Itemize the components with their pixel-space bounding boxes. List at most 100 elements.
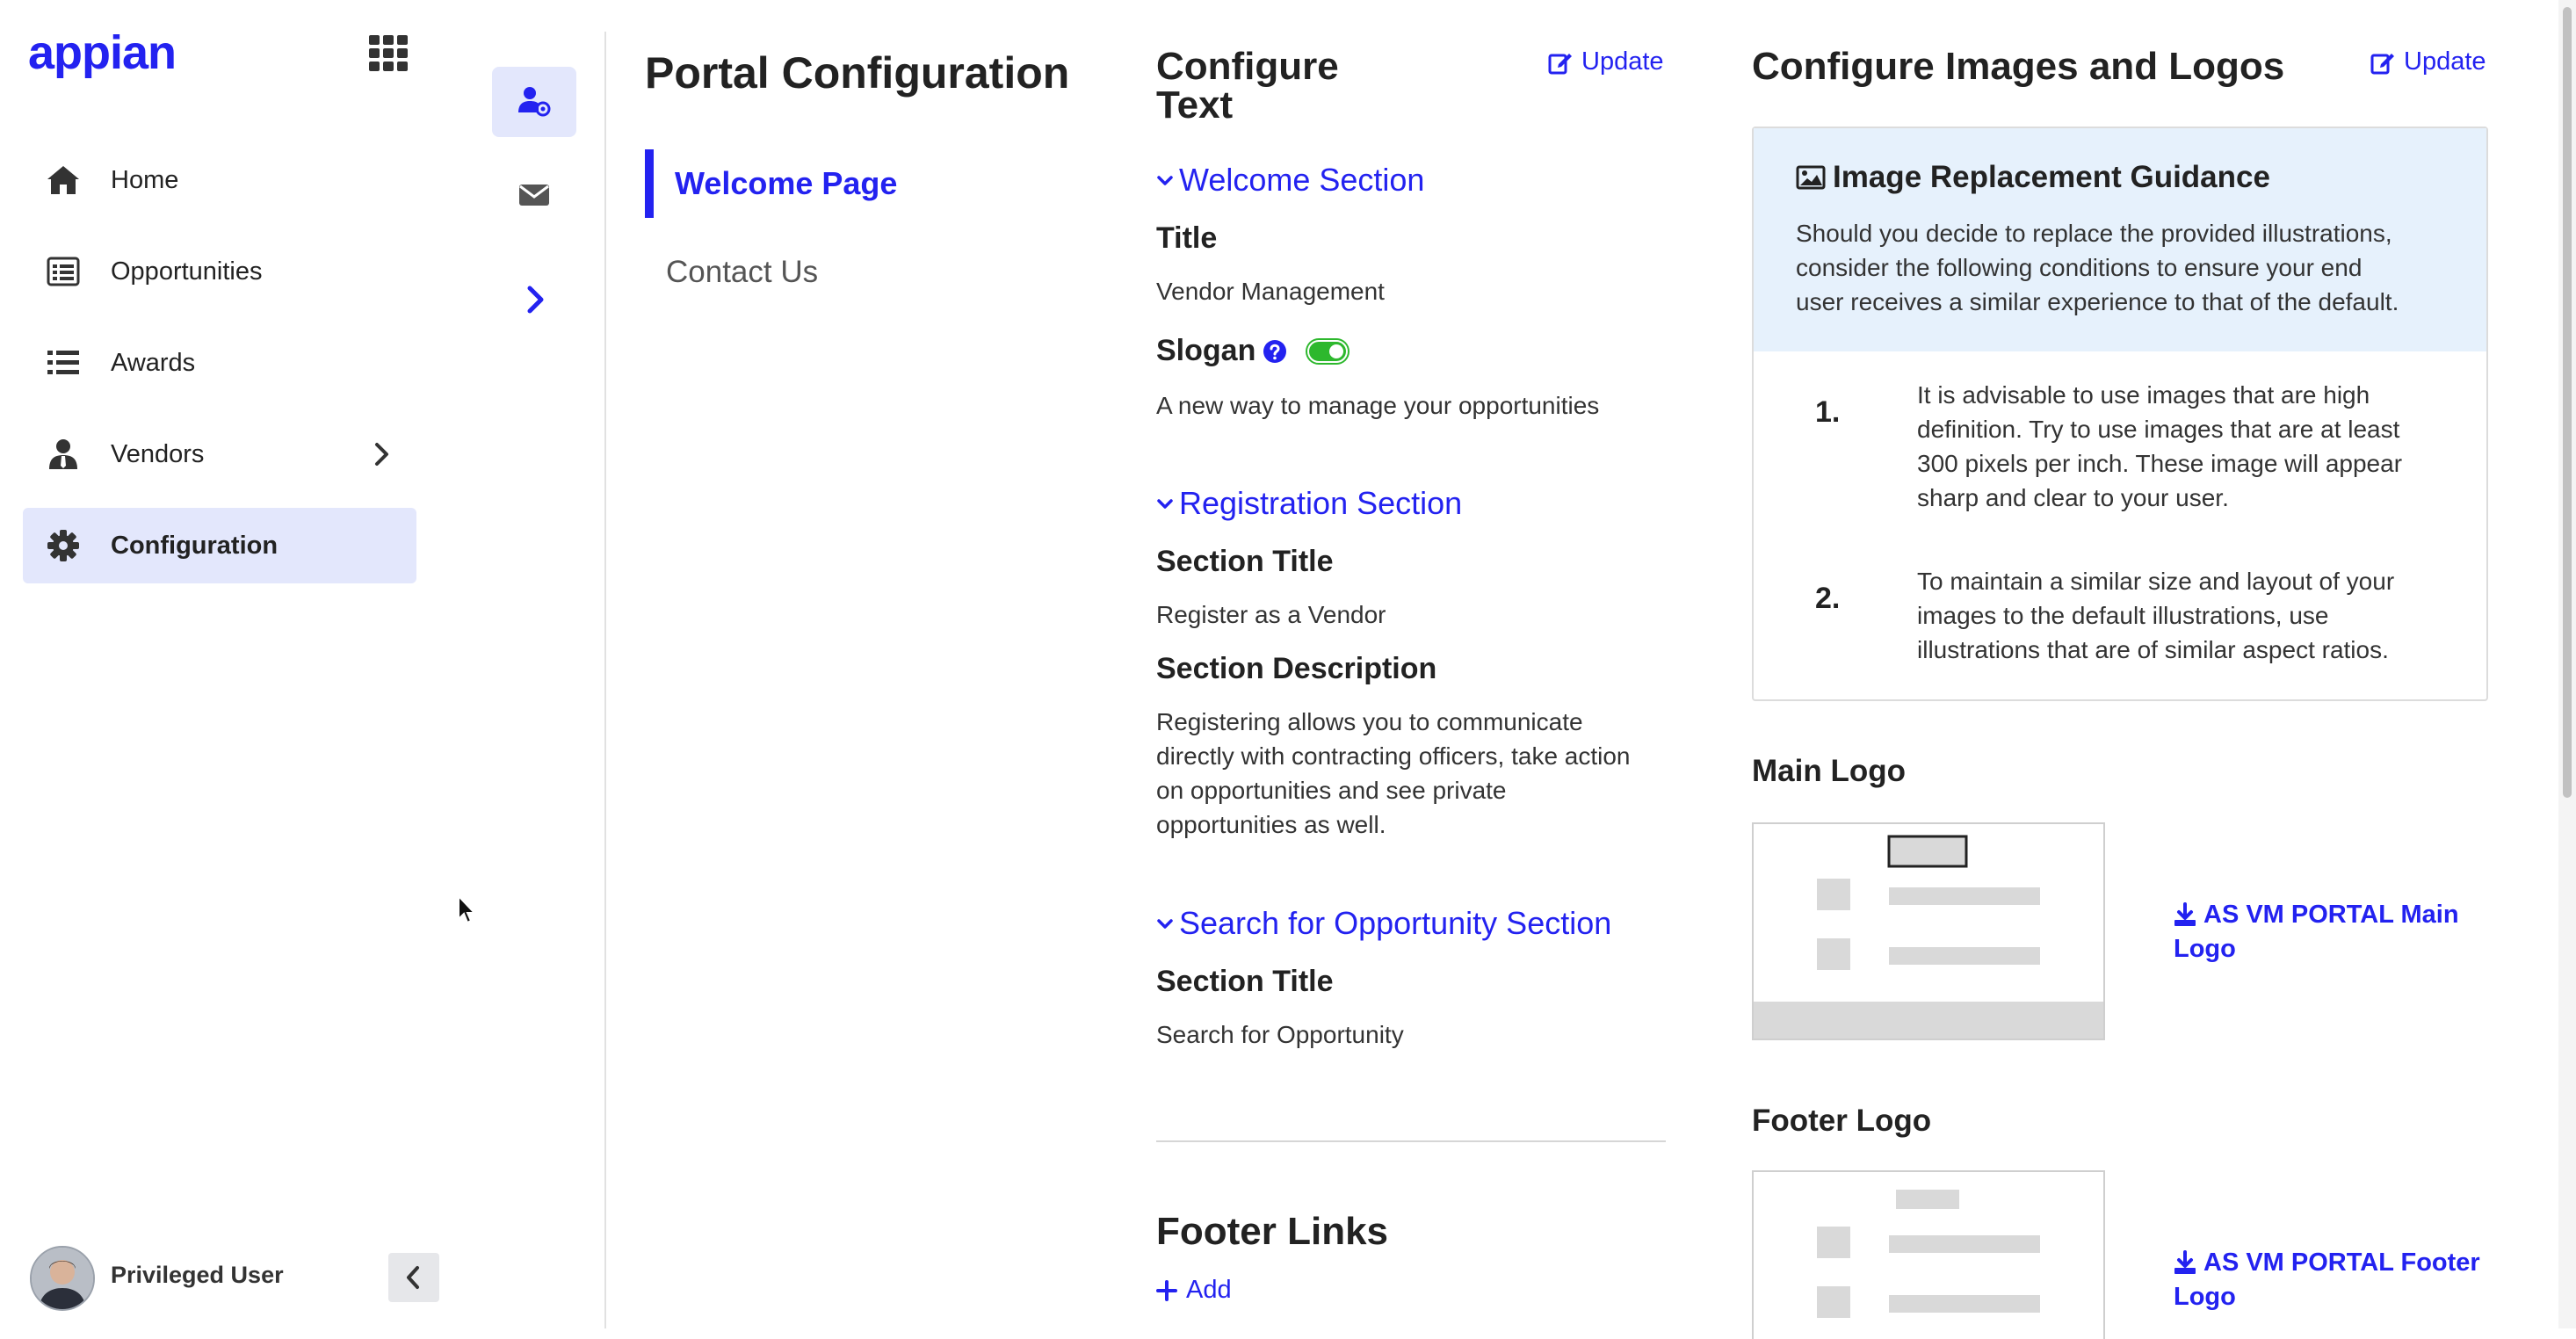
active-indicator <box>645 149 654 218</box>
download-link-text: AS VM PORTAL Main Logo <box>2174 898 2459 966</box>
main-logo-download-link[interactable]: AS VM PORTAL Main Logo <box>2174 898 2459 966</box>
subnav-item-welcome-page[interactable]: Welcome Page <box>645 149 1163 218</box>
text-line: Logo <box>2174 1283 2236 1311</box>
nav-item-label: Vendors <box>111 439 205 468</box>
configure-images-heading: Configure Images and Logos <box>1752 45 2285 88</box>
footer-links-heading: Footer Links <box>1156 1210 1389 1253</box>
rail-mail-button[interactable] <box>492 162 576 232</box>
list-icon <box>46 346 81 380</box>
envelope-icon <box>518 181 550 209</box>
add-footer-link-button[interactable]: Add <box>1156 1276 1232 1305</box>
section-description-label: Section Description <box>1156 652 1437 685</box>
nav-item-label: Opportunities <box>111 257 263 286</box>
section-heading: Welcome Section <box>1179 162 1425 198</box>
heading-line: Configure <box>1156 45 1339 88</box>
section-title-label: Section Title <box>1156 965 1334 998</box>
subnav-item-label: Welcome Page <box>675 165 898 201</box>
text-line: AS VM PORTAL Main <box>2203 901 2459 929</box>
footer-logo-download-link[interactable]: AS VM PORTAL Footer Logo <box>2174 1246 2480 1314</box>
guidance-item-text: It is advisable to use images that are h… <box>1917 378 2444 515</box>
image-guidance-card: Image Replacement Guidance Should you de… <box>1752 127 2488 701</box>
main-logo-placeholder-image <box>1752 822 2105 1040</box>
guidance-item-number: 1. <box>1815 395 1841 429</box>
chevron-down-icon <box>1154 913 1176 934</box>
nav-item-configuration[interactable]: Configuration <box>23 508 416 583</box>
text-line: Should you decide to replace the provide… <box>1796 220 2392 247</box>
guidance-item-number: 2. <box>1815 582 1841 615</box>
download-link-text: AS VM PORTAL Footer Logo <box>2174 1246 2480 1314</box>
gear-icon <box>46 529 81 562</box>
slogan-toggle[interactable] <box>1305 337 1350 366</box>
nav-item-label: Home <box>111 165 179 194</box>
nav-item-label: Awards <box>111 348 196 377</box>
configure-text-heading: Configure Text <box>1156 47 1339 125</box>
app-logo[interactable]: appian <box>28 26 177 79</box>
title-value: Vendor Management <box>1156 278 1385 305</box>
text-line: Registering allows you to communicate <box>1156 708 1583 735</box>
slogan-row: Slogan <box>1156 334 1350 368</box>
list-alt-icon <box>46 255 81 288</box>
user-tie-icon <box>46 438 81 471</box>
plus-icon <box>1156 1279 1177 1301</box>
chevron-right-icon <box>520 283 550 316</box>
welcome-section-toggle[interactable]: Welcome Section <box>1154 162 1424 199</box>
nav-item-opportunities[interactable]: Opportunities <box>23 234 416 309</box>
divider <box>604 32 606 1328</box>
mouse-cursor-icon <box>457 894 478 926</box>
registration-section-toggle[interactable]: Registration Section <box>1154 485 1462 522</box>
section-title-value: Search for Opportunity <box>1156 1021 1404 1048</box>
search-section-toggle[interactable]: Search for Opportunity Section <box>1154 905 1611 942</box>
avatar[interactable] <box>30 1246 95 1311</box>
nav-item-home[interactable]: Home <box>23 142 416 218</box>
text-line: sharp and clear to your user. <box>1917 484 2229 511</box>
slogan-value: A new way to manage your opportunities <box>1156 392 1600 419</box>
nav-item-awards[interactable]: Awards <box>23 325 416 401</box>
heading-line: Text <box>1156 83 1234 127</box>
guidance-title: Image Replacement Guidance <box>1796 160 2270 195</box>
text-line: consider the following conditions to ens… <box>1796 254 2363 281</box>
collapse-sidebar-button[interactable] <box>388 1253 439 1302</box>
slogan-label: Slogan <box>1156 334 1256 367</box>
section-description-value: Registering allows you to communicate di… <box>1156 705 1683 842</box>
chevron-down-icon <box>1154 170 1176 191</box>
configure-images-update-link[interactable]: Update <box>2370 47 2486 76</box>
subnav-item-contact-us[interactable]: Contact Us <box>666 255 818 290</box>
section-title-label: Section Title <box>1156 545 1334 578</box>
update-label: Update <box>2404 47 2486 76</box>
rail-user-settings-button[interactable] <box>492 67 576 137</box>
home-icon <box>46 163 81 197</box>
footer-logo-placeholder-image <box>1752 1170 2105 1339</box>
text-line: directly with contracting officers, take… <box>1156 742 1631 770</box>
update-label: Update <box>1581 47 1664 76</box>
text-line: illustrations that are of similar aspect… <box>1917 636 2389 663</box>
scrollbar-thumb[interactable] <box>2563 7 2572 798</box>
text-line: definition. Try to use images that are a… <box>1917 416 2400 443</box>
edit-icon <box>2370 50 2395 75</box>
section-heading: Registration Section <box>1179 485 1463 521</box>
footer-logo-label: Footer Logo <box>1752 1104 1932 1138</box>
user-name[interactable]: Privileged User <box>111 1262 284 1289</box>
main-logo-label: Main Logo <box>1752 754 1906 788</box>
chevron-down-icon <box>1154 493 1176 514</box>
rail-expand-button[interactable] <box>492 265 576 336</box>
divider <box>1156 1140 1666 1142</box>
text-line: on opportunities and see private <box>1156 777 1507 804</box>
section-heading: Search for Opportunity Section <box>1179 905 1612 941</box>
text-line: user receives a similar experience to th… <box>1796 288 2399 315</box>
page-scrollbar[interactable] <box>2558 0 2576 1328</box>
page-title: Portal Configuration <box>645 48 1070 98</box>
edit-icon <box>1548 50 1573 75</box>
app-launcher-grid-icon[interactable] <box>367 33 409 74</box>
text-line: AS VM PORTAL Footer <box>2203 1249 2480 1277</box>
help-icon[interactable] <box>1263 339 1287 364</box>
nav-item-vendors[interactable]: Vendors <box>23 416 416 492</box>
guidance-intro: Should you decide to replace the provide… <box>1796 216 2464 319</box>
text-line: opportunities as well. <box>1156 811 1386 838</box>
image-icon <box>1796 165 1826 190</box>
section-title-value: Register as a Vendor <box>1156 601 1386 628</box>
configure-text-update-link[interactable]: Update <box>1548 47 1664 76</box>
text-line: It is advisable to use images that are h… <box>1917 381 2370 409</box>
nav-item-label: Configuration <box>111 531 279 560</box>
user-cog-icon <box>517 84 552 118</box>
chevron-right-icon[interactable] <box>367 439 397 469</box>
